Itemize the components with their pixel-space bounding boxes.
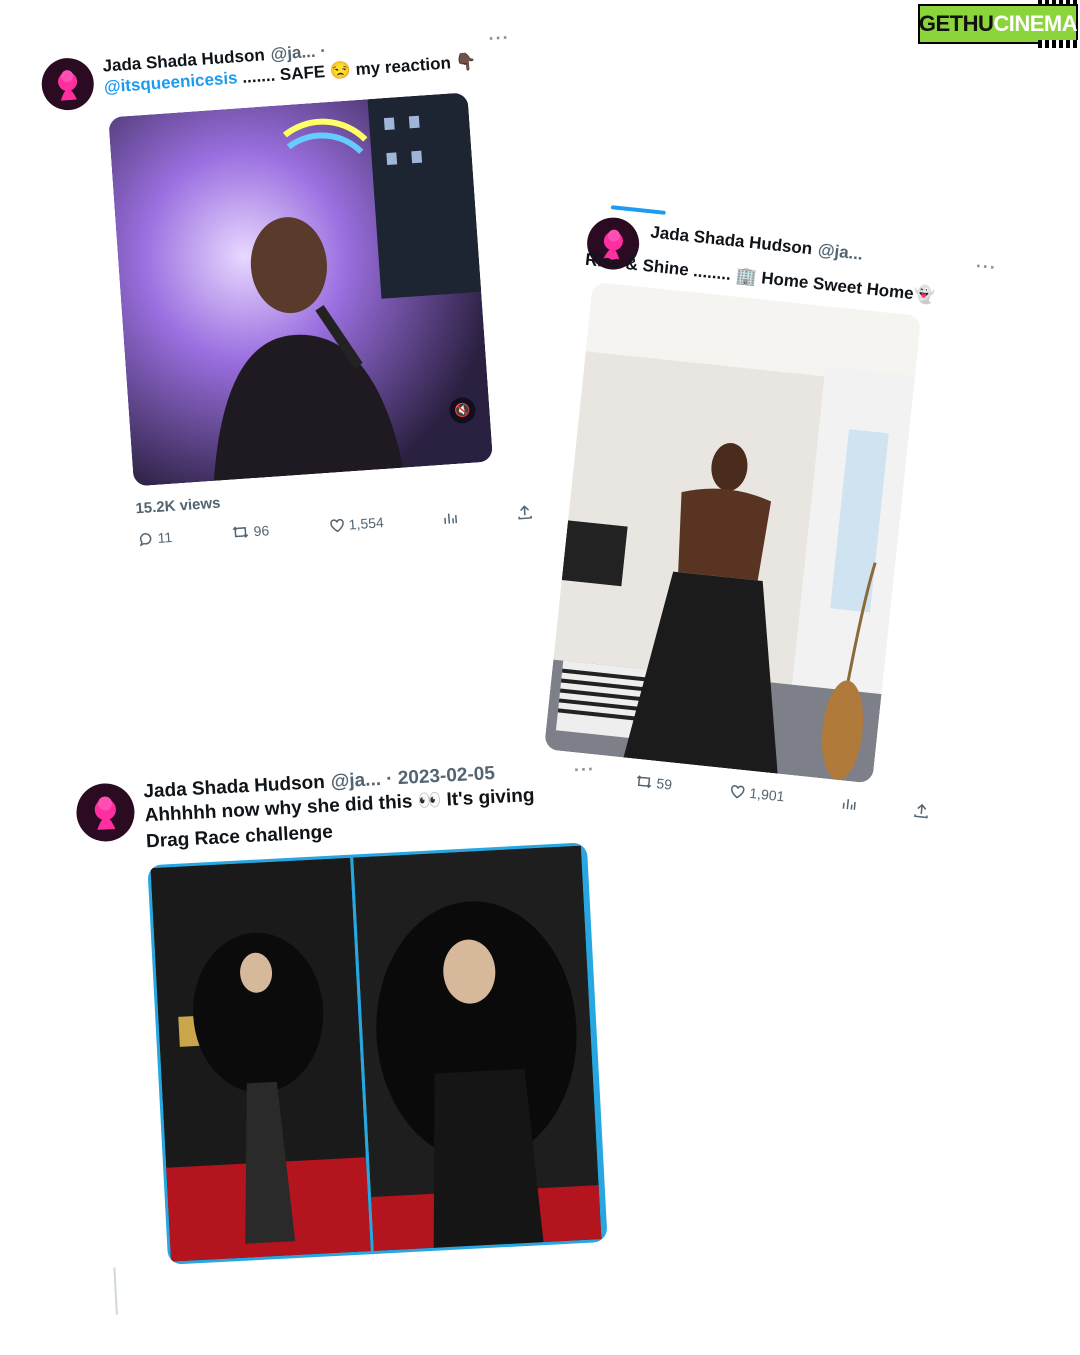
reply-icon (139, 533, 152, 547)
photo-left (150, 857, 371, 1262)
author-handle[interactable]: @ja... (817, 240, 864, 265)
avatar-figure-icon (97, 796, 116, 830)
watermark-logo: GETHU CINEMA (918, 4, 1078, 44)
share-icon[interactable] (913, 802, 931, 820)
film-strip-icon (1038, 40, 1078, 48)
repost-icon (232, 526, 249, 538)
photo-frame (543, 281, 922, 784)
author-name[interactable]: Jada Shada Hudson (650, 222, 814, 259)
like-count: 1,901 (748, 784, 786, 805)
active-indicator (610, 205, 666, 215)
tweet-card-2[interactable]: Jada Shada Hudson @ja... ··· Rise & Shin… (530, 205, 998, 821)
analytics-icon[interactable] (443, 510, 458, 525)
photo-right (353, 845, 602, 1252)
like-button[interactable]: 1,554 (328, 514, 384, 534)
more-options-icon[interactable]: ··· (975, 256, 998, 279)
repost-button[interactable]: 59 (634, 773, 673, 793)
avatar-figure-icon (60, 70, 77, 101)
heart-icon (329, 518, 344, 533)
tweet-card-3[interactable]: Jada Shada Hudson @ja... · 2023-02-05 ··… (75, 757, 620, 1269)
like-count: 1,554 (348, 514, 385, 533)
avatar[interactable] (75, 781, 136, 843)
avatar[interactable] (40, 56, 96, 112)
heart-icon (731, 785, 745, 799)
more-options-icon[interactable]: ··· (488, 27, 510, 49)
share-icon[interactable] (516, 504, 533, 521)
tweet-video[interactable]: 🔇 (108, 92, 494, 487)
repost-icon (636, 775, 651, 789)
reply-count: 11 (157, 528, 173, 546)
more-options-icon[interactable]: ··· (573, 758, 595, 780)
video-frame (108, 92, 494, 487)
like-button[interactable]: 1,901 (729, 783, 786, 805)
repost-count: 59 (655, 775, 673, 793)
watermark-text-2: CINEMA (993, 11, 1078, 36)
analytics-icon[interactable] (841, 796, 856, 811)
tweet-image[interactable] (543, 281, 922, 784)
repost-button[interactable]: 96 (231, 522, 270, 541)
reply-button[interactable]: 11 (137, 529, 173, 547)
repost-count: 96 (253, 522, 270, 540)
tweet-image[interactable] (147, 842, 608, 1265)
watermark-text-1: GETHU (918, 11, 994, 36)
tweet-card-1[interactable]: Jada Shada Hudson @ja... · ··· @itsqueen… (40, 27, 544, 552)
